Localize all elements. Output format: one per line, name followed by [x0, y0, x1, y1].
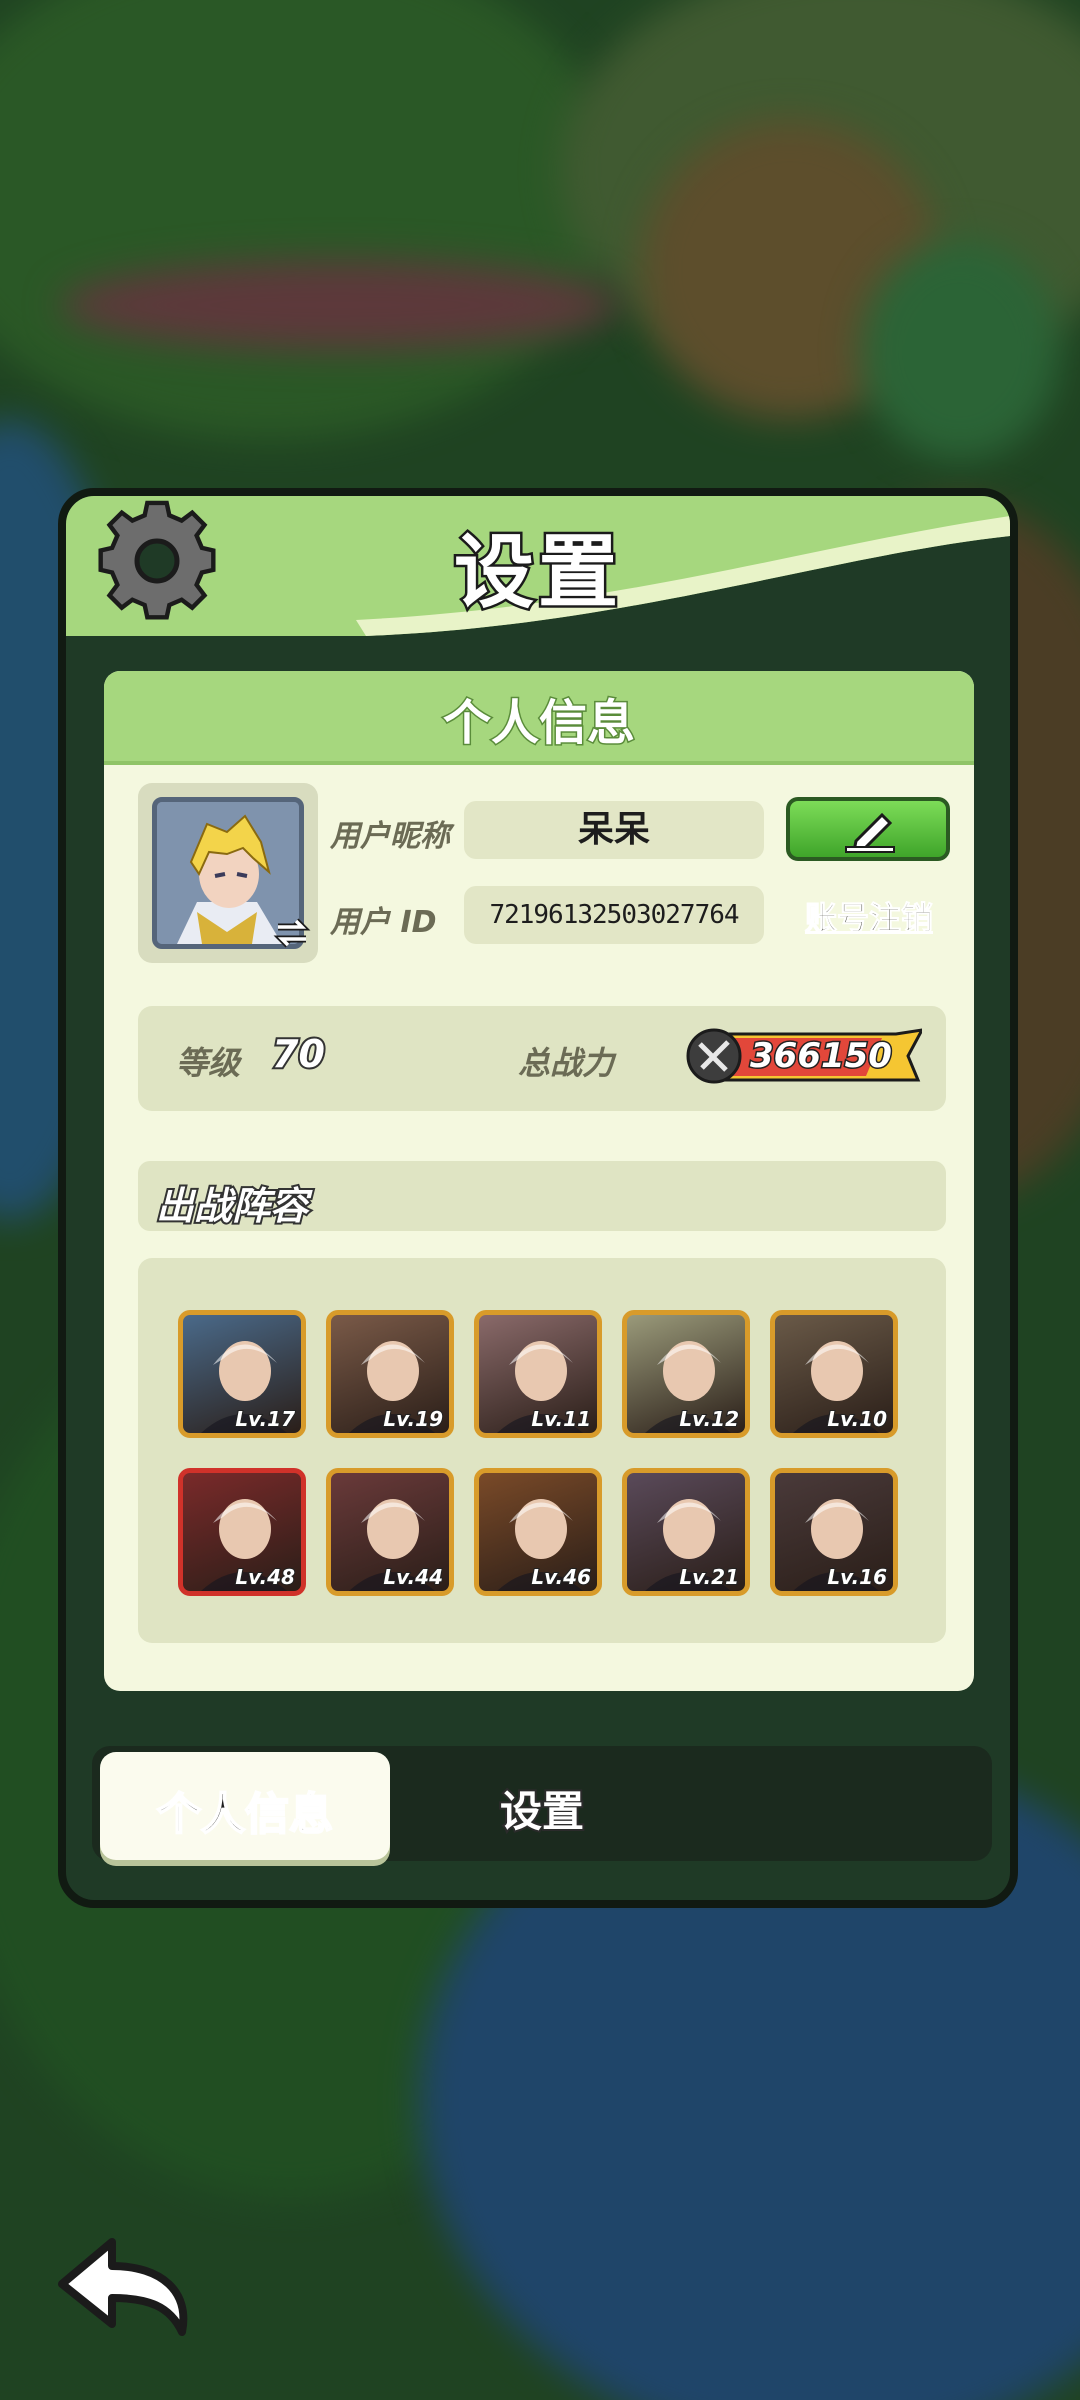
personal-info-card: 个人信息 用户昵称 呆呆 用户 ID 72196132503027764 账号注… [104, 671, 974, 1691]
power-badge: 366150 [686, 1028, 922, 1084]
hero-card[interactable]: Lv.21 [622, 1468, 750, 1596]
hero-level: Lv.10 [826, 1406, 888, 1432]
game-screen: 设置 个人信息 用户昵称 呆呆 用户 ID 72196132503027764 … [0, 0, 1080, 2400]
pencil-icon [845, 812, 895, 853]
hero-level: Lv.12 [678, 1406, 740, 1432]
user-id-field: 72196132503027764 [464, 886, 764, 944]
hero-level: Lv.17 [234, 1406, 296, 1432]
section-header: 个人信息 [104, 671, 974, 765]
cancel-account-link[interactable]: 账号注销 [784, 893, 954, 939]
hero-card[interactable]: Lv.48 [178, 1468, 306, 1596]
tab-personal-info[interactable]: 个人信息 [100, 1752, 390, 1860]
power-label: 总战力 [518, 1044, 615, 1082]
hero-card[interactable]: Lv.17 [178, 1310, 306, 1438]
edit-nickname-button[interactable] [786, 797, 950, 861]
level-value: 70 [270, 1030, 327, 1078]
hero-level: Lv.44 [382, 1564, 444, 1590]
hero-level: Lv.19 [382, 1406, 444, 1432]
tab-personal-info-label: 个人信息 [156, 1788, 334, 1841]
hero-level: Lv.21 [678, 1564, 740, 1590]
tab-bar: 个人信息 设置 [92, 1746, 992, 1861]
settings-panel: 设置 个人信息 用户昵称 呆呆 用户 ID 72196132503027764 … [58, 488, 1018, 1908]
nickname-label: 用户昵称 [330, 819, 450, 854]
hero-level: Lv.48 [234, 1564, 296, 1590]
hero-level: Lv.46 [530, 1564, 592, 1590]
hero-card[interactable]: Lv.10 [770, 1310, 898, 1438]
hero-card[interactable]: Lv.44 [326, 1468, 454, 1596]
avatar-frame[interactable] [138, 783, 318, 963]
section-header-label: 个人信息 [441, 694, 636, 753]
lineup-label: 出战阵容 [154, 1182, 310, 1230]
hero-card[interactable]: Lv.11 [474, 1310, 602, 1438]
lineup-header: 出战阵容 [138, 1161, 946, 1231]
tab-settings[interactable]: 设置 [392, 1752, 692, 1852]
user-id-label: 用户 ID [330, 905, 437, 940]
hero-card[interactable]: Lv.16 [770, 1468, 898, 1596]
lineup-grid: Lv.17 Lv.19 Lv.11 Lv.12 Lv.10 Lv.48 Lv.44 Lv.46… [138, 1258, 946, 1643]
stats-bar: 等级 70 总战力 366150 [138, 1006, 946, 1111]
hero-card[interactable]: Lv.46 [474, 1468, 602, 1596]
hero-card[interactable]: Lv.12 [622, 1310, 750, 1438]
hero-level: Lv.16 [826, 1564, 888, 1590]
power-value: 366150 [749, 1035, 894, 1078]
hero-card[interactable]: Lv.19 [326, 1310, 454, 1438]
hero-level: Lv.11 [530, 1406, 592, 1432]
tab-settings-label: 设置 [498, 1785, 586, 1838]
panel-header: 设置 [66, 496, 1010, 636]
nickname-field: 呆呆 [464, 801, 764, 859]
panel-title: 设置 [452, 524, 622, 622]
back-button[interactable] [52, 2232, 202, 2342]
back-arrow-icon [58, 2238, 188, 2336]
swap-icon[interactable] [272, 913, 312, 953]
level-label: 等级 [176, 1044, 241, 1082]
